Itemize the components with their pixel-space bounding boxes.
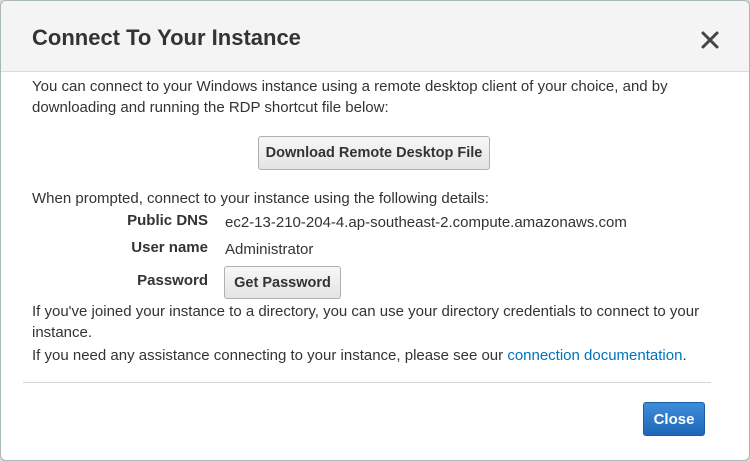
assistance-text-end: . (682, 347, 687, 364)
get-password-button[interactable]: Get Password (224, 266, 341, 299)
password-label: Password (137, 272, 208, 289)
public-dns-value: ec2-13-210-204-4.ap-southeast-2.compute.… (225, 214, 627, 231)
assistance-text: If you need any assistance connecting to… (32, 345, 732, 366)
prompt-text: When prompted, connect to your instance … (32, 190, 489, 207)
directory-text: If you've joined your instance to a dire… (32, 303, 700, 341)
username-label: User name (131, 239, 208, 256)
intro-text: You can connect to your Windows instance… (32, 78, 668, 116)
connection-documentation-link[interactable]: connection documentation (507, 347, 682, 364)
close-icon[interactable] (699, 29, 721, 51)
dialog-title: Connect To Your Instance (32, 25, 301, 50)
footer-divider (23, 382, 711, 383)
username-value: Administrator (225, 241, 314, 258)
dialog-header: Connect To Your Instance (1, 1, 749, 72)
connect-instance-dialog: Connect To Your Instance You can connect… (0, 0, 750, 461)
assistance-text-start: If you need any assistance connecting to… (32, 347, 508, 364)
close-button[interactable]: Close (643, 402, 705, 436)
download-rdp-file-button[interactable]: Download Remote Desktop File (258, 136, 490, 170)
public-dns-label: Public DNS (127, 212, 208, 229)
